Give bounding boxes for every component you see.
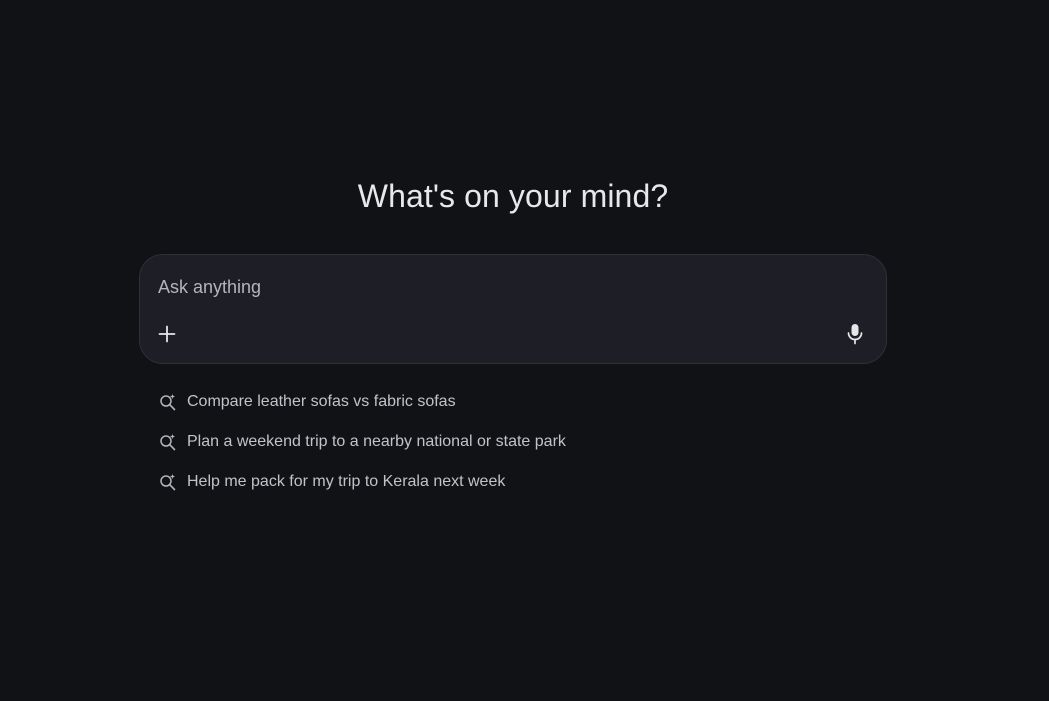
microphone-button[interactable]: [841, 320, 869, 348]
suggestion-label: Compare leather sofas vs fabric sofas: [187, 393, 456, 410]
suggestion-label: Help me pack for my trip to Kerala next …: [187, 473, 506, 490]
page-title: What's on your mind?: [357, 178, 669, 214]
composer-box[interactable]: [139, 254, 887, 364]
plus-icon: [158, 325, 176, 343]
suggestion-label: Plan a weekend trip to a nearby national…: [187, 433, 566, 450]
suggestion-item[interactable]: Plan a weekend trip to a nearby national…: [158, 430, 858, 454]
microphone-icon: [847, 324, 863, 345]
add-button[interactable]: [153, 320, 181, 348]
suggestion-list: Compare leather sofas vs fabric sofas Pl…: [158, 390, 858, 510]
suggestion-item[interactable]: Compare leather sofas vs fabric sofas: [158, 390, 858, 414]
suggestion-item[interactable]: Help me pack for my trip to Kerala next …: [158, 470, 858, 494]
sparkle-search-icon: [158, 432, 178, 452]
ask-input[interactable]: [158, 273, 858, 301]
page: What's on your mind? C: [0, 0, 1049, 701]
sparkle-search-icon: [158, 392, 178, 412]
sparkle-search-icon: [158, 472, 178, 492]
